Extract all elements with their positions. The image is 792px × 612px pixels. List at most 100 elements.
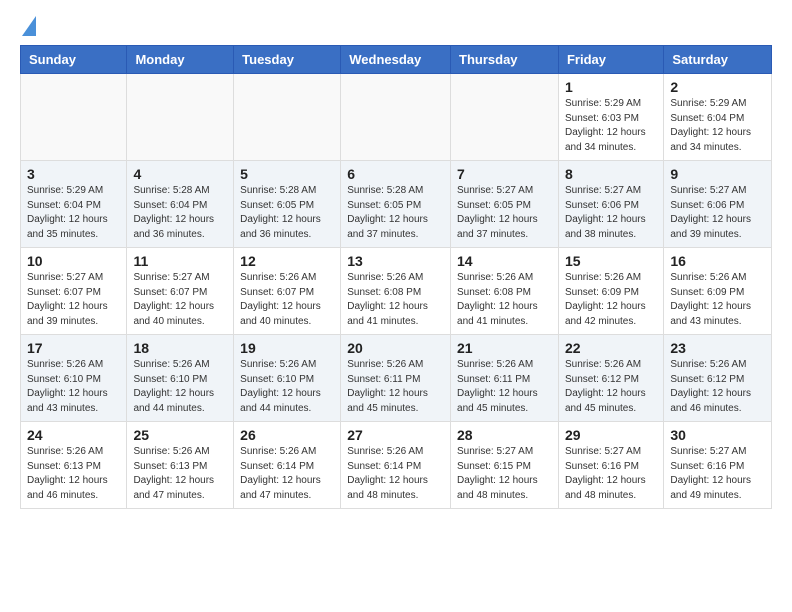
day-number: 11 [133,253,227,269]
day-info: Sunrise: 5:27 AM Sunset: 6:06 PM Dayligh… [670,184,765,242]
day-number: 20 [347,340,444,356]
calendar-cell: 1Sunrise: 5:29 AM Sunset: 6:03 PM Daylig… [558,74,663,161]
calendar-cell: 6 Sunrise: 5:28 AM Sunset: 6:05 PM Daylig… [341,161,451,248]
day-info: Sunrise: 5:26 AM Sunset: 6:13 PM Dayligh… [133,445,227,503]
day-number: 14 [457,253,552,269]
day-info: Sunrise: 5:27 AM Sunset: 6:06 PM Dayligh… [565,184,657,242]
day-number: 17 [27,340,120,356]
calendar-cell: 15 Sunrise: 5:26 AM Sunset: 6:09 PM Dayli… [558,248,663,335]
col-header-wednesday: Wednesday [341,46,451,74]
calendar-cell: 18 Sunrise: 5:26 AM Sunset: 6:10 PM Dayli… [127,335,234,422]
col-header-friday: Friday [558,46,663,74]
day-number: 16 [670,253,765,269]
day-number: 5 [240,166,334,182]
calendar-cell [127,74,234,161]
day-info: Sunrise: 5:28 AM Sunset: 6:05 PM Dayligh… [347,184,444,242]
day-number: 21 [457,340,552,356]
day-info: Sunrise: 5:26 AM Sunset: 6:11 PM Dayligh… [347,358,444,416]
calendar-cell [451,74,559,161]
calendar-cell: 10 Sunrise: 5:27 AM Sunset: 6:07 PM Dayli… [21,248,127,335]
day-info: Sunrise: 5:28 AM Sunset: 6:05 PM Dayligh… [240,184,334,242]
day-info: Sunrise: 5:26 AM Sunset: 6:07 PM Dayligh… [240,271,334,329]
col-header-tuesday: Tuesday [234,46,341,74]
day-number: 3 [27,166,120,182]
day-number: 26 [240,427,334,443]
calendar-cell: 29 Sunrise: 5:27 AM Sunset: 6:16 PM Dayli… [558,422,663,509]
day-info: Sunrise: 5:26 AM Sunset: 6:14 PM Dayligh… [240,445,334,503]
calendar-cell: 7 Sunrise: 5:27 AM Sunset: 6:05 PM Daylig… [451,161,559,248]
calendar-cell: 30 Sunrise: 5:27 AM Sunset: 6:16 PM Dayli… [664,422,772,509]
day-info: Sunrise: 5:26 AM Sunset: 6:11 PM Dayligh… [457,358,552,416]
day-number: 2 [670,79,765,95]
calendar-cell: 28Sunrise: 5:27 AM Sunset: 6:15 PM Dayli… [451,422,559,509]
calendar-week-3: 10 Sunrise: 5:27 AM Sunset: 6:07 PM Dayli… [21,248,772,335]
calendar-week-2: 3 Sunrise: 5:29 AM Sunset: 6:04 PM Daylig… [21,161,772,248]
day-number: 15 [565,253,657,269]
day-number: 13 [347,253,444,269]
calendar-cell: 12Sunrise: 5:26 AM Sunset: 6:07 PM Dayli… [234,248,341,335]
calendar-cell: 5 Sunrise: 5:28 AM Sunset: 6:05 PM Daylig… [234,161,341,248]
day-info: Sunrise: 5:26 AM Sunset: 6:10 PM Dayligh… [27,358,120,416]
calendar-cell: 22 Sunrise: 5:26 AM Sunset: 6:12 PM Dayli… [558,335,663,422]
calendar-cell [234,74,341,161]
day-info: Sunrise: 5:26 AM Sunset: 6:10 PM Dayligh… [133,358,227,416]
calendar-week-5: 24Sunrise: 5:26 AM Sunset: 6:13 PM Dayli… [21,422,772,509]
day-info: Sunrise: 5:27 AM Sunset: 6:07 PM Dayligh… [27,271,120,329]
calendar-cell: 19 Sunrise: 5:26 AM Sunset: 6:10 PM Dayli… [234,335,341,422]
day-number: 27 [347,427,444,443]
day-info: Sunrise: 5:27 AM Sunset: 6:16 PM Dayligh… [670,445,765,503]
day-number: 1 [565,79,657,95]
day-number: 18 [133,340,227,356]
calendar-cell: 4Sunrise: 5:28 AM Sunset: 6:04 PM Daylig… [127,161,234,248]
day-number: 19 [240,340,334,356]
day-number: 30 [670,427,765,443]
day-info: Sunrise: 5:28 AM Sunset: 6:04 PM Dayligh… [133,184,227,242]
day-info: Sunrise: 5:27 AM Sunset: 6:07 PM Dayligh… [133,271,227,329]
calendar-cell: 27 Sunrise: 5:26 AM Sunset: 6:14 PM Dayli… [341,422,451,509]
day-info: Sunrise: 5:27 AM Sunset: 6:16 PM Dayligh… [565,445,657,503]
calendar-cell: 9 Sunrise: 5:27 AM Sunset: 6:06 PM Daylig… [664,161,772,248]
calendar-cell: 20 Sunrise: 5:26 AM Sunset: 6:11 PM Dayli… [341,335,451,422]
header [20,16,772,35]
calendar-cell: 21 Sunrise: 5:26 AM Sunset: 6:11 PM Dayli… [451,335,559,422]
col-header-monday: Monday [127,46,234,74]
calendar-cell: 26 Sunrise: 5:26 AM Sunset: 6:14 PM Dayli… [234,422,341,509]
day-info: Sunrise: 5:26 AM Sunset: 6:08 PM Dayligh… [347,271,444,329]
day-info: Sunrise: 5:26 AM Sunset: 6:09 PM Dayligh… [565,271,657,329]
day-number: 29 [565,427,657,443]
calendar-cell: 8 Sunrise: 5:27 AM Sunset: 6:06 PM Daylig… [558,161,663,248]
day-info: Sunrise: 5:26 AM Sunset: 6:14 PM Dayligh… [347,445,444,503]
calendar-header-row: SundayMondayTuesdayWednesdayThursdayFrid… [21,46,772,74]
day-info: Sunrise: 5:29 AM Sunset: 6:04 PM Dayligh… [27,184,120,242]
calendar-cell: 25 Sunrise: 5:26 AM Sunset: 6:13 PM Dayli… [127,422,234,509]
calendar-table: SundayMondayTuesdayWednesdayThursdayFrid… [20,45,772,509]
day-info: Sunrise: 5:26 AM Sunset: 6:10 PM Dayligh… [240,358,334,416]
page: SundayMondayTuesdayWednesdayThursdayFrid… [0,0,792,525]
calendar-cell: 11 Sunrise: 5:27 AM Sunset: 6:07 PM Dayli… [127,248,234,335]
day-number: 22 [565,340,657,356]
col-header-saturday: Saturday [664,46,772,74]
day-number: 28 [457,427,552,443]
day-info: Sunrise: 5:27 AM Sunset: 6:05 PM Dayligh… [457,184,552,242]
day-number: 9 [670,166,765,182]
day-number: 6 [347,166,444,182]
calendar-week-1: 1Sunrise: 5:29 AM Sunset: 6:03 PM Daylig… [21,74,772,161]
calendar-cell: 3 Sunrise: 5:29 AM Sunset: 6:04 PM Daylig… [21,161,127,248]
day-info: Sunrise: 5:29 AM Sunset: 6:04 PM Dayligh… [670,97,765,155]
day-info: Sunrise: 5:26 AM Sunset: 6:09 PM Dayligh… [670,271,765,329]
calendar-cell: 16 Sunrise: 5:26 AM Sunset: 6:09 PM Dayli… [664,248,772,335]
day-number: 25 [133,427,227,443]
day-number: 8 [565,166,657,182]
day-info: Sunrise: 5:26 AM Sunset: 6:12 PM Dayligh… [565,358,657,416]
day-info: Sunrise: 5:26 AM Sunset: 6:12 PM Dayligh… [670,358,765,416]
calendar-cell: 14 Sunrise: 5:26 AM Sunset: 6:08 PM Dayli… [451,248,559,335]
day-number: 10 [27,253,120,269]
col-header-sunday: Sunday [21,46,127,74]
day-info: Sunrise: 5:26 AM Sunset: 6:08 PM Dayligh… [457,271,552,329]
calendar-cell [341,74,451,161]
day-number: 23 [670,340,765,356]
calendar-week-4: 17 Sunrise: 5:26 AM Sunset: 6:10 PM Dayli… [21,335,772,422]
calendar-cell: 24Sunrise: 5:26 AM Sunset: 6:13 PM Dayli… [21,422,127,509]
day-number: 7 [457,166,552,182]
day-info: Sunrise: 5:26 AM Sunset: 6:13 PM Dayligh… [27,445,120,503]
